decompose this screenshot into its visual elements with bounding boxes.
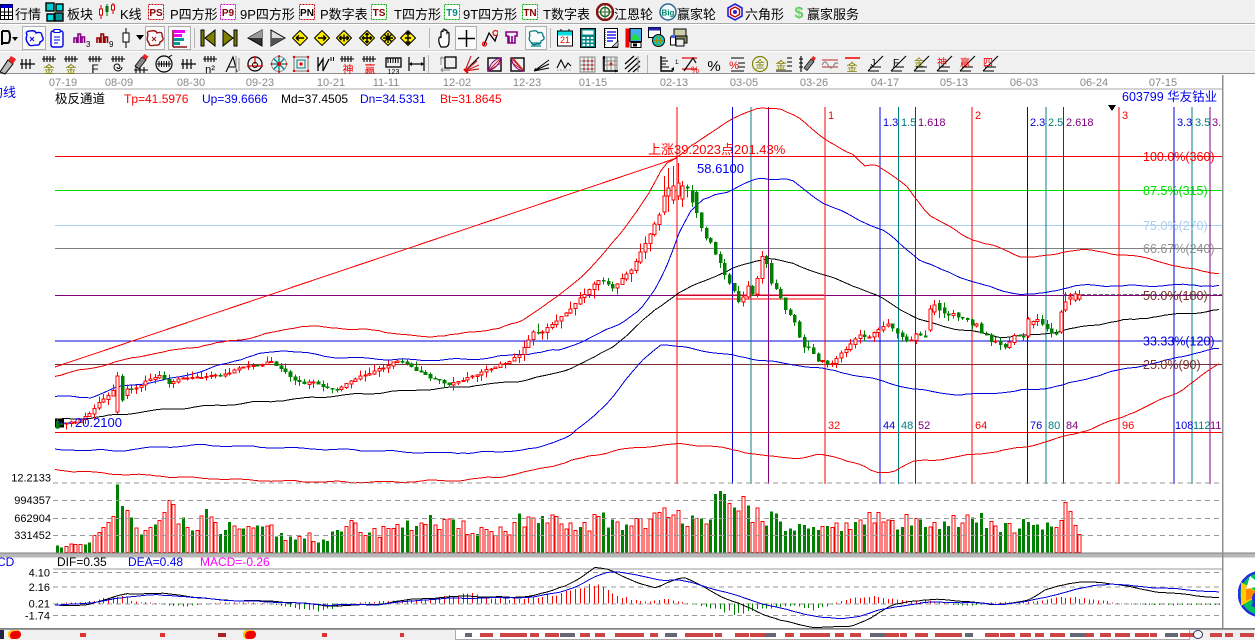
svg-text:金: 金 [914, 54, 924, 69]
svg-text:50.0%(180): 50.0%(180) [1143, 289, 1208, 303]
svg-text:02-13: 02-13 [660, 77, 688, 89]
svg-text:52: 52 [918, 420, 930, 432]
svg-text:06-03: 06-03 [1010, 77, 1038, 89]
svg-text:84: 84 [1066, 420, 1078, 432]
svg-text:金: 金 [847, 59, 858, 75]
svg-text:DIF=0.35: DIF=0.35 [57, 555, 107, 569]
svg-text:08-30: 08-30 [177, 77, 205, 89]
svg-text:03-05: 03-05 [730, 77, 758, 89]
svg-text:112: 112 [1193, 420, 1211, 432]
svg-text:F: F [893, 58, 899, 69]
svg-text:87.5%(315): 87.5%(315) [1143, 184, 1208, 198]
svg-text:64: 64 [975, 420, 987, 432]
svg-text:9: 9 [109, 40, 113, 48]
svg-text:J: J [871, 58, 876, 69]
svg-text:3: 3 [1122, 110, 1128, 122]
svg-text:20.2100: 20.2100 [75, 415, 122, 430]
svg-text:1.3: 1.3 [883, 117, 898, 129]
svg-text:%: % [707, 58, 720, 75]
svg-text:2.16: 2.16 [29, 582, 50, 594]
svg-text:44: 44 [883, 420, 895, 432]
svg-text:01-15: 01-15 [579, 77, 607, 89]
svg-text:2: 2 [975, 110, 981, 122]
svg-text:神: 神 [937, 54, 947, 69]
svg-text:金: 金 [44, 61, 55, 75]
svg-text:-1.74: -1.74 [25, 611, 50, 623]
svg-text:12.2133: 12.2133 [11, 473, 51, 485]
svg-text:1: 1 [828, 110, 834, 122]
svg-text:06-24: 06-24 [1080, 77, 1108, 89]
svg-text:%: % [729, 60, 739, 72]
svg-text:12-02: 12-02 [443, 77, 471, 89]
svg-text:80: 80 [1048, 420, 1060, 432]
svg-text:123: 123 [675, 60, 679, 66]
svg-text:Md=37.4505: Md=37.4505 [281, 92, 348, 106]
svg-text:1.618: 1.618 [918, 117, 946, 129]
svg-text:P9: P9 [222, 8, 235, 19]
svg-text:4.10: 4.10 [29, 568, 50, 580]
svg-text:07-15: 07-15 [1149, 77, 1177, 89]
svg-text:04-17: 04-17 [871, 77, 899, 89]
svg-text:58.6100: 58.6100 [697, 161, 744, 176]
svg-text:3.5: 3.5 [1195, 117, 1210, 129]
svg-text:10-21: 10-21 [317, 77, 345, 89]
svg-text:0.21: 0.21 [29, 599, 50, 611]
svg-text:$: $ [795, 5, 804, 21]
svg-text:1.5: 1.5 [901, 117, 916, 129]
svg-text:上涨39.2023点201.43%: 上涨39.2023点201.43% [648, 139, 786, 158]
svg-text:48: 48 [901, 420, 913, 432]
svg-text:2.5: 2.5 [1048, 117, 1063, 129]
svg-text:赢: 赢 [960, 54, 970, 69]
svg-text:Tp=41.5976: Tp=41.5976 [124, 92, 189, 106]
svg-text:12-23: 12-23 [513, 77, 541, 89]
svg-text:75.0%(270): 75.0%(270) [1143, 219, 1208, 233]
svg-text:T9: T9 [446, 8, 458, 19]
svg-text:66.67%(240): 66.67%(240) [1143, 242, 1215, 256]
svg-text:神: 神 [343, 61, 354, 75]
svg-text:33.33%(120): 33.33%(120) [1143, 335, 1215, 349]
svg-text:MACD: MACD [0, 555, 15, 569]
svg-text:3: 3 [86, 40, 90, 48]
svg-text:PS: PS [149, 8, 163, 19]
svg-text:76: 76 [1030, 420, 1042, 432]
svg-text:2.618: 2.618 [1066, 117, 1094, 129]
svg-text:11-11: 11-11 [373, 77, 400, 89]
svg-text:赢: 赢 [365, 61, 376, 75]
svg-text:994357: 994357 [14, 495, 51, 507]
svg-text:32: 32 [828, 420, 840, 432]
svg-text:25.0%(90): 25.0%(90) [1143, 358, 1201, 372]
svg-text:PN: PN [300, 8, 314, 19]
svg-text:Dn=34.5331: Dn=34.5331 [360, 92, 426, 106]
svg-text:极反通道: 极反通道 [55, 88, 106, 107]
svg-text:3.3: 3.3 [1177, 117, 1192, 129]
svg-text:05-13: 05-13 [940, 77, 968, 89]
svg-text:Big: Big [662, 9, 675, 18]
svg-text:DEA=0.48: DEA=0.48 [128, 555, 183, 569]
svg-text:96: 96 [1122, 420, 1134, 432]
svg-text:09-23: 09-23 [246, 77, 274, 89]
svg-text:3.: 3. [1212, 117, 1221, 129]
svg-text:均线: 均线 [0, 82, 16, 101]
svg-text:四: 四 [983, 54, 993, 69]
svg-text:07-19: 07-19 [49, 77, 77, 89]
svg-text:金: 金 [66, 61, 77, 75]
svg-text:Bt=31.8645: Bt=31.8645 [440, 92, 502, 106]
svg-text:662904: 662904 [14, 513, 51, 525]
svg-text:11: 11 [1210, 420, 1221, 432]
svg-text:2.3: 2.3 [1030, 117, 1045, 129]
svg-text:TS: TS [373, 8, 386, 19]
svg-text:100.0%(360): 100.0%(360) [1143, 150, 1215, 164]
svg-text:21: 21 [560, 35, 570, 45]
svg-text:Up=39.6666: Up=39.6666 [202, 92, 268, 106]
svg-text:331452: 331452 [14, 530, 51, 542]
svg-text:MACD=-0.26: MACD=-0.26 [200, 555, 270, 569]
svg-text:108: 108 [1175, 420, 1193, 432]
svg-text:TN: TN [523, 8, 536, 19]
svg-text:03-26: 03-26 [800, 77, 828, 89]
svg-text:金: 金 [755, 56, 765, 71]
svg-text:08-09: 08-09 [105, 77, 133, 89]
